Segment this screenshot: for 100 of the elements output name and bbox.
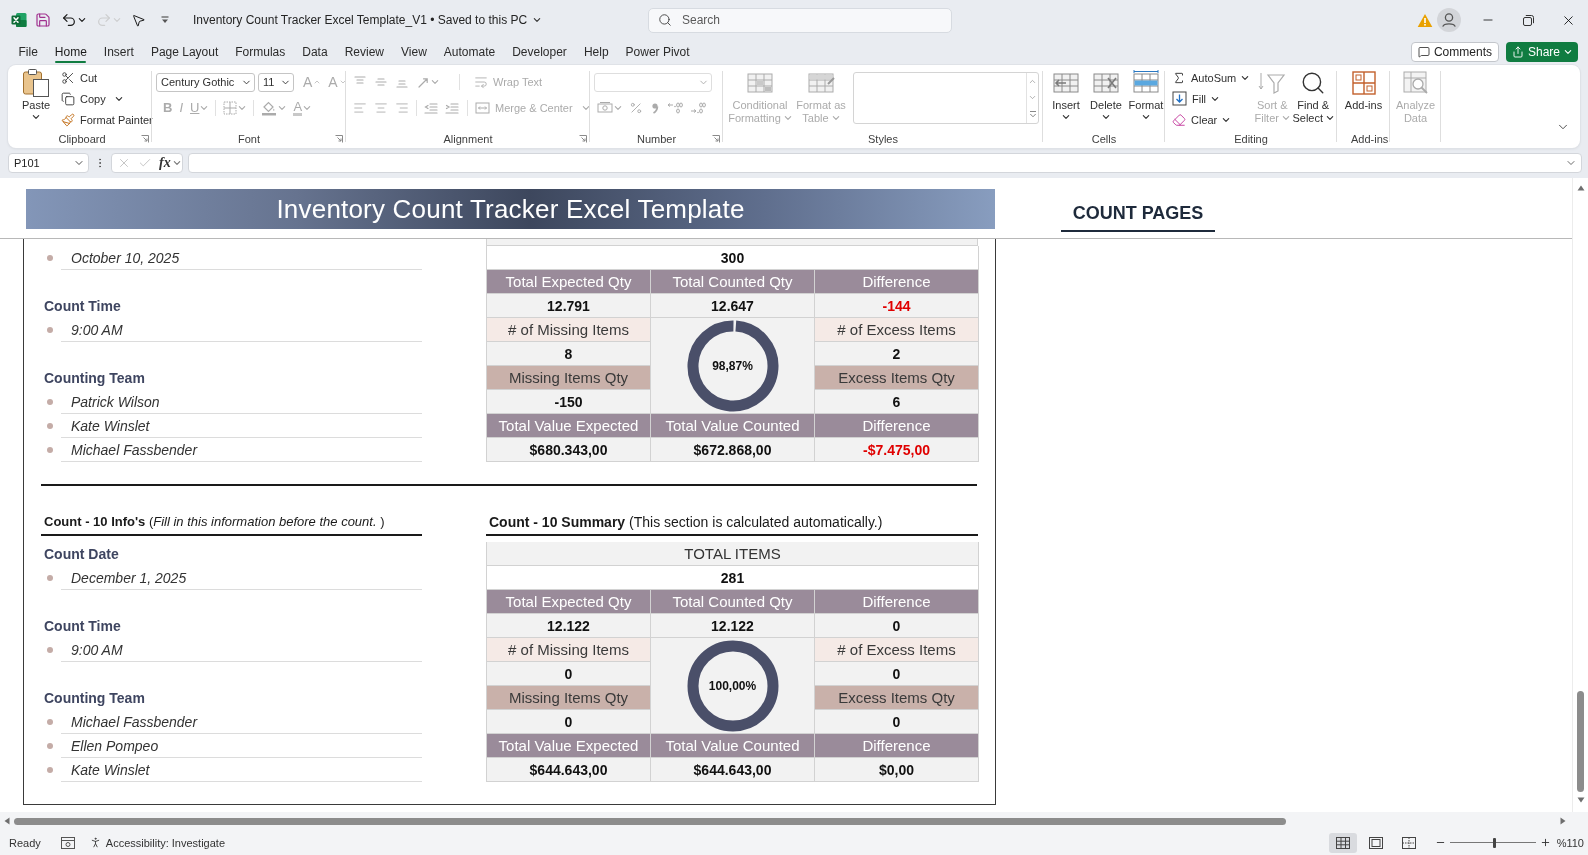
name-box[interactable]: P101 [8, 153, 89, 173]
menu-tab[interactable]: Automate [435, 40, 504, 64]
autosum-button[interactable]: AutoSum [1169, 67, 1253, 88]
caret-icon [533, 16, 542, 24]
clear-button[interactable]: Clear [1169, 109, 1253, 130]
value-cell: 0 [815, 710, 979, 734]
zoom-thumb[interactable] [1492, 837, 1496, 848]
column-header: Total Value Counted [651, 734, 815, 758]
scroll-left-icon[interactable] [3, 817, 11, 825]
group-label: Font [238, 132, 260, 145]
font-name-select[interactable]: Century Gothic [156, 72, 255, 92]
value-cell: 8 [487, 342, 651, 366]
insert-cells-button[interactable]: Insert [1047, 65, 1085, 130]
group-label: Add-ins [1351, 132, 1389, 145]
value-cell: $680.343,00 [487, 438, 651, 462]
value-cell: -150 [487, 390, 651, 414]
field-label: Count Time [43, 297, 121, 316]
restore-icon [1522, 14, 1534, 26]
decrease-decimal-icon [690, 101, 706, 115]
field-value: 9:00 AM [61, 638, 422, 662]
document-title[interactable]: Inventory Count Tracker Excel Template_V1 • Saved to this PC [189, 11, 546, 29]
scroll-up-icon[interactable] [1576, 184, 1585, 192]
percent-icon [629, 101, 643, 115]
caret-icon [114, 94, 123, 103]
dialog-launcher-icon[interactable] [579, 134, 587, 143]
speech-bubble-icon [1417, 46, 1430, 58]
dialog-launcher-icon[interactable] [141, 134, 149, 143]
search-icon [658, 12, 672, 27]
sigma-icon [1172, 70, 1186, 85]
caret-up-icon [313, 78, 322, 86]
record-icon[interactable] [60, 836, 75, 849]
four-squares-icon [1350, 70, 1377, 96]
field-value: October 10, 2025 [61, 246, 422, 270]
fill-button[interactable]: Fill [1169, 88, 1253, 109]
field-label: Counting Team [43, 689, 145, 708]
formula-field[interactable] [188, 153, 1582, 173]
format-cells-button[interactable]: Format [1127, 65, 1165, 130]
field-value: December 1, 2025 [61, 566, 422, 590]
zoom-in-icon[interactable] [1539, 837, 1551, 848]
total-items-value: 300 [487, 246, 979, 270]
dialog-launcher-icon[interactable] [712, 134, 720, 143]
caret-icon [1564, 48, 1572, 56]
dialog-launcher-icon[interactable] [335, 134, 343, 143]
insert-function-button[interactable]: fx [157, 155, 183, 171]
zoom-level[interactable]: %110 [1556, 836, 1584, 849]
normal-view-button[interactable] [1328, 832, 1357, 853]
more-icon[interactable] [1028, 110, 1037, 120]
caret-icon [338, 78, 347, 86]
delete-cells-icon [1091, 70, 1121, 96]
scroll-right-icon[interactable] [1559, 817, 1567, 825]
column-header: Difference [815, 734, 979, 758]
find-select-button[interactable]: Find & Select [1292, 65, 1335, 130]
paintbrush-icon [61, 112, 75, 127]
font-size-select[interactable]: 11 [258, 72, 294, 92]
count-pages-link[interactable]: COUNT PAGES [1061, 196, 1215, 232]
eraser-icon [1172, 112, 1186, 127]
section-heading: Count - 10 Info's (Fill in this information before the count. ) [41, 510, 422, 536]
menu-tab[interactable]: Review [336, 40, 393, 64]
zoom-slider[interactable] [1449, 836, 1536, 849]
menu-tab[interactable]: Power Pivot [617, 40, 699, 64]
value-cell: 12.122 [487, 614, 651, 638]
menu-tab[interactable]: Page Layout [142, 40, 227, 64]
add-ins-button[interactable]: Add-ins [1341, 65, 1386, 130]
format-cells-icon [1131, 70, 1161, 96]
scrollbar-thumb[interactable] [14, 817, 1286, 825]
caret-icon [1062, 113, 1070, 121]
funnel-icon [1258, 70, 1287, 96]
accessibility-button[interactable]: Accessibility: Investigate [86, 836, 227, 849]
menu-tab[interactable]: Help [575, 40, 618, 64]
metric-label: Excess Items Qty [815, 686, 979, 710]
warning-icon[interactable] [1417, 12, 1433, 28]
scrollbar-thumb[interactable] [1577, 691, 1584, 792]
scroll-down-icon[interactable] [1576, 796, 1585, 804]
delete-cells-button[interactable]: Delete [1087, 65, 1125, 130]
caret-icon [238, 104, 247, 112]
menu-tab[interactable]: Home [46, 40, 96, 64]
cut-button[interactable]: Cut [58, 67, 156, 88]
menu-tab[interactable]: File [10, 40, 47, 64]
share-button[interactable]: Share [1505, 42, 1578, 62]
paste-button[interactable]: Paste [16, 65, 56, 130]
spreadsheet-logo-icon [11, 12, 27, 28]
avatar-icon[interactable] [1437, 8, 1461, 32]
search-field[interactable]: Search [648, 7, 952, 33]
comments-button[interactable]: Comments [1410, 42, 1499, 62]
menu-tab[interactable]: Insert [95, 40, 143, 64]
title-banner: Inventory Count Tracker Excel Template [26, 189, 995, 229]
value-cell: 6 [815, 390, 979, 414]
menu-tab[interactable]: Data [293, 40, 337, 64]
fill-down-icon [1172, 91, 1187, 106]
align-left-icon [353, 101, 367, 115]
copy-button[interactable]: Copy [58, 88, 156, 109]
format-painter-button[interactable]: Format Painter [58, 109, 156, 130]
align-center-icon [374, 101, 388, 115]
menu-tab[interactable]: Formulas [226, 40, 294, 64]
value-cell: 0 [815, 614, 979, 638]
menu-tab[interactable]: Developer [503, 40, 576, 64]
menu-tab[interactable]: View [392, 40, 436, 64]
value-cell: 12.122 [651, 614, 815, 638]
bullet-icon [47, 575, 53, 581]
field-value: Michael Fassbender [61, 438, 422, 462]
